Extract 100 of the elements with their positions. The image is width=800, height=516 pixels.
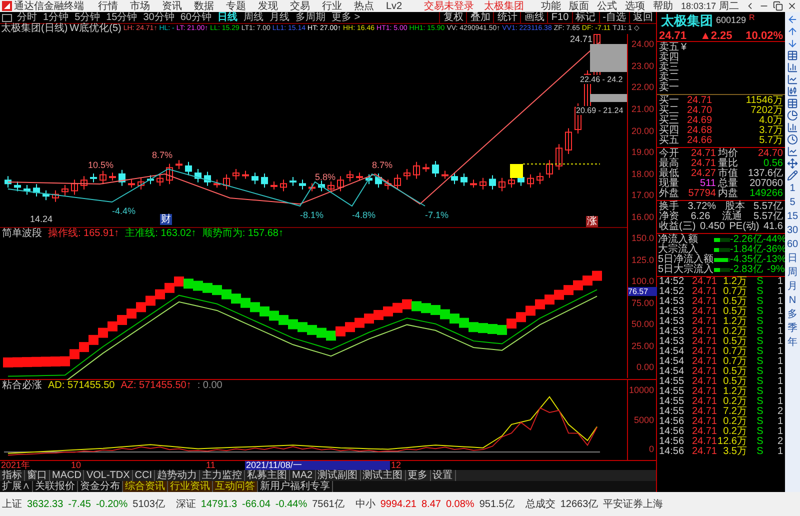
table-icon[interactable] xyxy=(787,98,798,109)
period-shortcut[interactable]: 15 xyxy=(786,210,798,223)
menu-item[interactable]: 热点 xyxy=(354,0,374,12)
event-badge[interactable]: 涨 xyxy=(586,216,598,227)
period-tab[interactable]: 日线 xyxy=(218,12,238,23)
menu-item[interactable]: Lv2 xyxy=(386,0,402,12)
tick-volume: 1.2万 xyxy=(722,387,747,397)
menu-item[interactable]: 专题 xyxy=(226,0,246,12)
chart-tool-button[interactable]: 标记 xyxy=(572,12,599,23)
tick-count: 1 xyxy=(776,327,783,337)
chart-tool-button[interactable]: 叠加 xyxy=(466,12,494,23)
bar-chart-icon[interactable] xyxy=(787,122,798,133)
up-arrow-icon[interactable] xyxy=(787,26,798,37)
chart-tool-button[interactable]: 返回 xyxy=(629,12,656,23)
menu-item[interactable]: 公式 xyxy=(596,0,617,12)
flow-percent: -44% xyxy=(762,235,785,245)
move-icon[interactable] xyxy=(787,158,798,169)
axis-label: 75.00 xyxy=(631,298,654,308)
chart-tool-button[interactable]: 复权 xyxy=(439,12,466,23)
market-name: 上证 xyxy=(2,498,22,510)
pencil-icon[interactable] xyxy=(787,170,798,181)
menu-item[interactable]: 资讯 xyxy=(162,0,182,12)
period-tab[interactable]: 周线 xyxy=(244,12,264,23)
period-tab[interactable]: 多周期 xyxy=(296,12,326,23)
event-badge[interactable]: 财 xyxy=(160,214,172,225)
period-shortcut[interactable]: 周 xyxy=(788,266,798,279)
notice-text[interactable]: 太极集团 xyxy=(484,0,524,12)
period-tab[interactable]: 5分钟 xyxy=(74,12,100,23)
menu-item[interactable]: 选项 xyxy=(624,0,645,12)
line-chart-icon[interactable] xyxy=(787,146,798,157)
down-arrow-icon[interactable] xyxy=(787,38,798,49)
stat-value: 0.450 xyxy=(700,222,725,232)
period-shortcut[interactable]: 多 xyxy=(788,308,798,321)
chart-tool-button[interactable]: 画线 xyxy=(520,12,548,23)
signal-marker xyxy=(510,164,523,178)
menu-item[interactable]: 行业 xyxy=(322,0,342,12)
flow-amount: -2.26亿 xyxy=(730,235,763,245)
info-tab[interactable]: 行业资讯 xyxy=(168,481,213,492)
menu-item[interactable]: 交易 xyxy=(290,0,310,12)
menu-item[interactable]: 发现 xyxy=(258,0,278,12)
info-tab[interactable]: 综合资讯 xyxy=(123,481,168,492)
market-amount: 951.5亿 xyxy=(479,498,514,510)
line-chart-icon[interactable] xyxy=(787,74,798,85)
chart-tool-button[interactable]: 统计 xyxy=(493,12,520,23)
period-tab[interactable]: 1分钟 xyxy=(43,12,69,23)
menu-item[interactable]: 帮助 xyxy=(652,0,673,12)
flow-amount: -2.83亿 xyxy=(730,265,763,275)
period-shortcut[interactable]: 年 xyxy=(788,336,798,349)
chart-tool-button[interactable]: -自选 xyxy=(598,12,629,23)
period-tab[interactable]: 15分钟 xyxy=(106,12,138,23)
tick-time: 14:55 xyxy=(659,407,686,417)
stock-name: 太极集团 xyxy=(661,14,713,28)
percent-label: -4.4% xyxy=(112,206,136,216)
restore-icon[interactable] xyxy=(773,1,783,11)
info-tab[interactable]: 互动问答 xyxy=(213,481,258,492)
period-shortcut[interactable]: 日 xyxy=(788,252,798,265)
period-shortcut[interactable]: 月 xyxy=(788,280,798,293)
period-shortcut[interactable]: N xyxy=(788,294,796,307)
panel-toggle-icon[interactable] xyxy=(2,14,12,22)
notice-text[interactable]: 交易未登录 xyxy=(424,0,474,12)
left-arrow-icon[interactable] xyxy=(787,14,798,25)
percent-label: 8.7% xyxy=(152,150,173,160)
bar-chart-icon[interactable] xyxy=(787,62,798,73)
clock-icon[interactable] xyxy=(787,134,798,145)
axis-label: 5000 xyxy=(634,416,654,424)
indicator-value: AZ: 571455.50↑ xyxy=(120,381,192,391)
app-logo-icon xyxy=(2,1,12,11)
menu-item[interactable]: 市场 xyxy=(130,0,150,12)
menu-item[interactable]: 功能 xyxy=(540,0,561,12)
period-tab[interactable]: 更多 > xyxy=(332,12,360,23)
tick-volume: 0.7万 xyxy=(722,357,747,367)
market-index: 3632.33 xyxy=(27,498,64,510)
last-price: 24.71 xyxy=(659,30,687,41)
tick-side: S xyxy=(756,307,764,317)
period-tab[interactable]: 分时 xyxy=(17,12,37,23)
period-shortcut[interactable]: 1 xyxy=(790,182,796,195)
candlestick-icon[interactable] xyxy=(787,86,798,97)
menu-item[interactable]: 版面 xyxy=(568,0,589,12)
table-icon[interactable] xyxy=(787,50,798,61)
stat-value: 24.27 xyxy=(690,169,717,179)
axis-label: 17.00 xyxy=(631,191,654,200)
period-tab[interactable]: 月线 xyxy=(270,12,290,23)
menu-item[interactable]: 数据 xyxy=(194,0,214,12)
flow-percent: -13% xyxy=(762,255,785,265)
close-icon[interactable] xyxy=(787,1,797,11)
chart-tool-button[interactable]: F10 xyxy=(547,12,572,23)
menu-item[interactable]: 行情 xyxy=(98,0,118,12)
ask-level-label: 卖五 xyxy=(659,43,679,53)
period-shortcut[interactable]: 季 xyxy=(788,322,798,335)
stat-label: 市值 xyxy=(717,169,739,179)
period-shortcut[interactable]: 30 xyxy=(786,224,798,237)
axis-label: 0.00 xyxy=(636,363,654,372)
pie-chart-icon[interactable] xyxy=(787,110,798,121)
flow-amount: -4.35亿 xyxy=(730,255,763,265)
tick-time: 14:53 xyxy=(659,307,686,317)
period-tab[interactable]: 60分钟 xyxy=(180,12,212,23)
period-shortcut[interactable]: 60 xyxy=(786,238,798,251)
period-shortcut[interactable]: 5 xyxy=(790,196,796,209)
period-tab[interactable]: 30分钟 xyxy=(143,12,174,23)
tick-time: 14:52 xyxy=(659,287,686,297)
